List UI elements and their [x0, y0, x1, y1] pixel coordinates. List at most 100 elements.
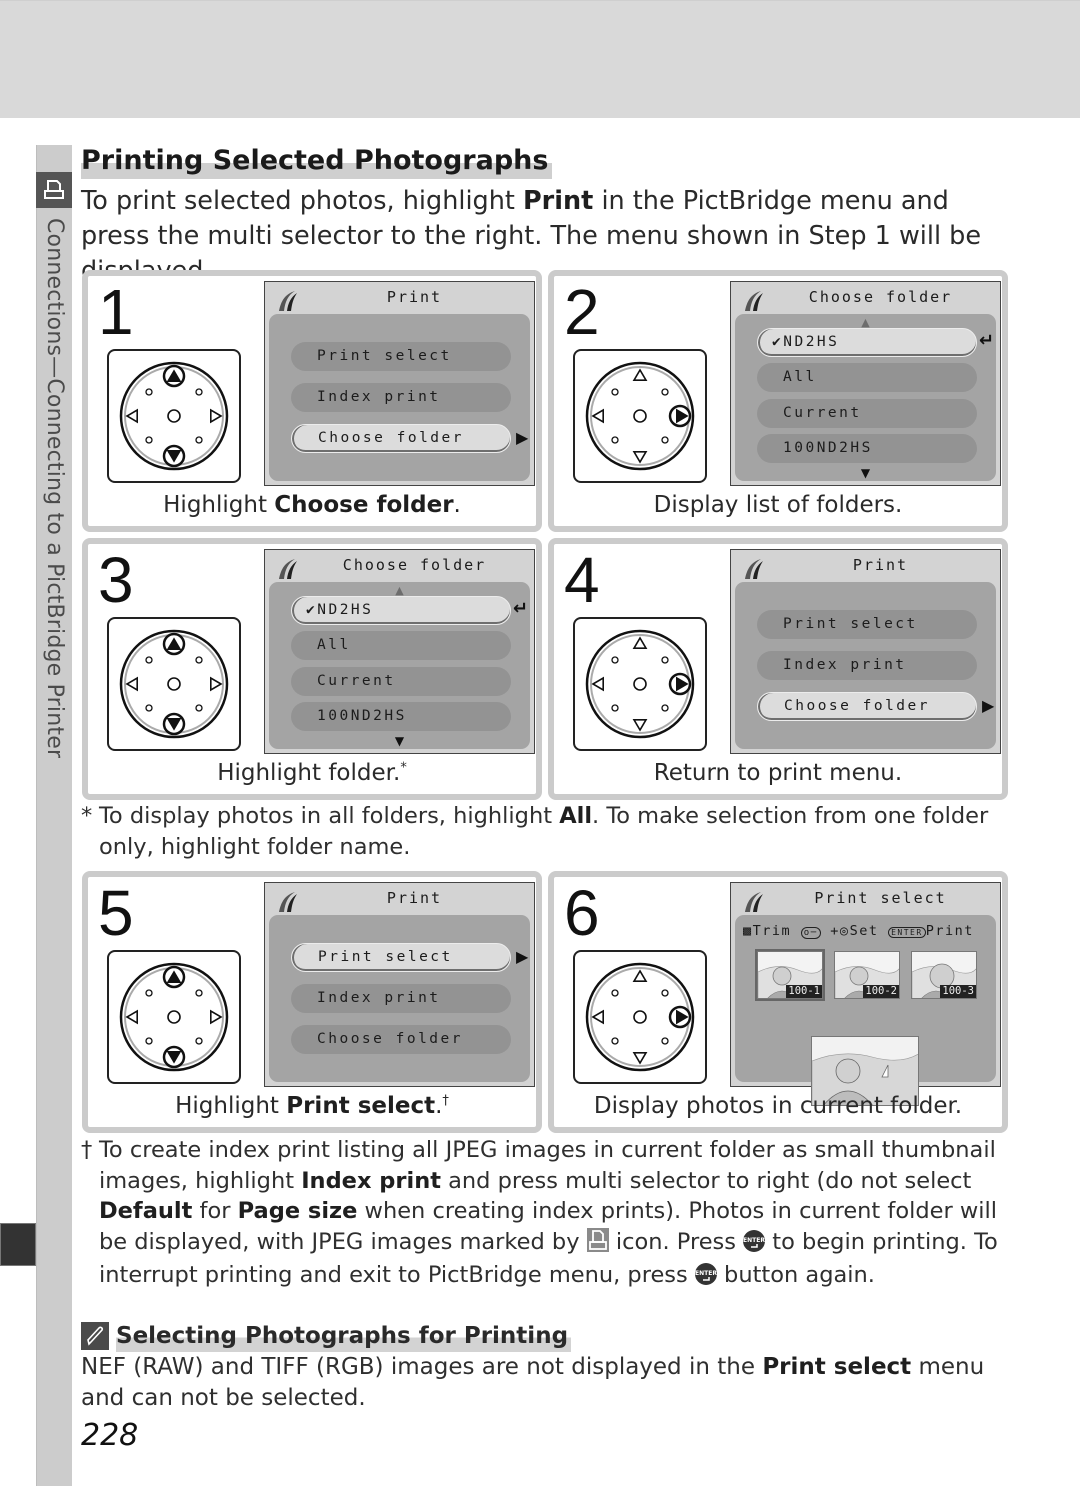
scroll-down-icon[interactable]: ▼	[735, 466, 996, 480]
menu-item[interactable]: Print select	[291, 342, 511, 371]
thumbnail-label: 100-1	[786, 985, 822, 998]
screen-panel: ▲ ▼ ✔ND2HS ↵ All Current 100ND2HS	[269, 582, 530, 749]
step-panel-1: 1 Print Print select Index print Choose fol…	[82, 270, 542, 532]
screen-panel: Print select Index print Choose folder ▶	[735, 582, 996, 749]
enter-button-icon: ENTER	[743, 1229, 765, 1261]
photo-thumbnail[interactable]: 100-3	[911, 951, 977, 999]
menu-item[interactable]: Print select	[757, 610, 977, 639]
step-number: 5	[98, 877, 134, 949]
pictbridge-logo-icon	[741, 890, 765, 914]
menu-item[interactable]: Choose folder	[291, 1025, 511, 1054]
pictbridge-logo-icon	[275, 557, 299, 581]
step-panel-4: 4 Print Print select Index print Choose fol…	[548, 538, 1008, 800]
screen-panel: Print select ▶ Index print Choose folder	[269, 915, 530, 1082]
menu-item[interactable]: Index print	[291, 383, 511, 412]
pictbridge-logo-icon	[275, 289, 299, 313]
trim-label: Trim	[752, 923, 792, 939]
menu-item[interactable]: Current	[291, 667, 511, 696]
menu-item[interactable]: ✔ND2HS	[291, 596, 511, 625]
right-arrow-icon: ▶	[516, 428, 529, 447]
footnote-star: * To display photos in all folders, high…	[81, 803, 989, 860]
step-number: 4	[564, 544, 600, 616]
menu-item[interactable]: Current	[757, 399, 977, 428]
screen-title: Choose folder	[342, 556, 487, 574]
step-panel-2: 2 Choose folder ▲ ▼ ✔ND2HS ↵ All Current 100ND2…	[548, 270, 1008, 532]
page-title: Printing Selected Photographs	[81, 143, 553, 179]
menu-item[interactable]: Index print	[757, 651, 977, 680]
pictbridge-logo-icon	[275, 890, 299, 914]
right-arrow-icon: ▶	[516, 947, 529, 966]
menu-item[interactable]: All	[757, 363, 977, 392]
header-band	[0, 0, 1080, 118]
protect-key-icon: o─	[800, 927, 821, 939]
step-panel-5: 5 Print Print select ▶ Index print Choose fo…	[82, 871, 542, 1133]
step-caption: Highlight folder.*	[217, 760, 407, 786]
multi-selector-icon	[573, 617, 707, 751]
step-panel-6: 6 Print select ▩Trim o─ +◎Set ENTER Print 1…	[548, 871, 1008, 1133]
step-caption: Return to print menu.	[653, 760, 903, 786]
multi-selector-small-icon: ◎	[839, 923, 850, 939]
menu-item[interactable]: Choose folder	[291, 424, 511, 453]
svg-text:ENTER: ENTER	[695, 1270, 717, 1277]
trim-icon: ▩	[743, 923, 753, 939]
page-number: 228	[81, 1418, 139, 1453]
plus-label: +	[830, 923, 840, 939]
menu-item[interactable]: Index print	[291, 984, 511, 1013]
step-panel-3: 3 Choose folder ▲ ▼ ✔ND2HS ↵ All Current 100ND2…	[82, 538, 542, 800]
svg-text:ENTER: ENTER	[743, 1237, 765, 1244]
print-mark-icon	[586, 1227, 609, 1261]
camera-screen: Choose folder ▲ ▼ ✔ND2HS ↵ All Current 100ND2HS	[730, 281, 1001, 486]
multi-selector-icon	[573, 950, 707, 1084]
screen-panel: ▩Trim o─ +◎Set ENTER Print 100-1 100-2 100-3	[735, 915, 996, 1106]
screen-panel: ▲ ▼ ✔ND2HS ↵ All Current 100ND2HS	[735, 314, 996, 481]
step-number: 1	[98, 276, 134, 348]
footnote-dagger: † To create index print listing all JPEG…	[81, 1135, 1011, 1294]
camera-screen: Print Print select Index print Choose folde…	[730, 549, 1001, 754]
right-arrow-icon: ▶	[982, 696, 995, 715]
screen-panel: Print select Index print Choose folder ▶	[269, 314, 530, 481]
camera-screen: Print Print select ▶ Index print Choose fold…	[264, 882, 535, 1087]
pictbridge-logo-icon	[741, 557, 765, 581]
tip-heading: Selecting Photographs for Printing	[81, 1320, 572, 1352]
enter-return-icon: ↵	[979, 330, 995, 351]
menu-item[interactable]: Choose folder	[757, 692, 977, 721]
screen-title: Choose folder	[808, 288, 953, 306]
chapter-label: Connections—Connecting to a PictBridge P…	[42, 218, 67, 759]
step-number: 3	[98, 544, 134, 616]
menu-item[interactable]: ✔ND2HS	[757, 328, 977, 357]
multi-selector-icon	[107, 950, 241, 1084]
enter-icon: ENTER	[888, 927, 926, 938]
photo-thumbnail[interactable]: 100-1	[755, 949, 825, 1001]
screen-title: Print select	[814, 889, 947, 907]
menu-item[interactable]: 100ND2HS	[291, 702, 511, 731]
camera-screen: Print Print select Index print Choose folde…	[264, 281, 535, 486]
pencil-note-icon	[81, 1322, 109, 1350]
step-number: 6	[564, 877, 600, 949]
thumbnail-label: 100-3	[940, 985, 976, 998]
menu-item[interactable]: Print select	[291, 943, 511, 972]
thumb-index-marker	[0, 1223, 36, 1266]
screen-title: Print	[386, 889, 443, 907]
camera-screen: Choose folder ▲ ▼ ✔ND2HS ↵ All Current 100ND2HS	[264, 549, 535, 754]
menu-item[interactable]: 100ND2HS	[757, 434, 977, 463]
set-label: Set	[849, 923, 879, 939]
multi-selector-icon	[573, 349, 707, 483]
tip-body: NEF (RAW) and TIFF (RGB) images are not …	[81, 1354, 985, 1411]
photo-thumbnail[interactable]: 100-2	[834, 951, 900, 999]
menu-item[interactable]: All	[291, 631, 511, 660]
enter-return-icon: ↵	[513, 598, 529, 619]
enter-button-icon: ENTER	[694, 1263, 717, 1294]
pictbridge-logo-icon	[741, 289, 765, 313]
print-select-toolbar: ▩Trim o─ +◎Set ENTER Print	[743, 923, 974, 939]
step-caption: Display photos in current folder.	[593, 1093, 963, 1119]
camera-screen: Print select ▩Trim o─ +◎Set ENTER Print 100…	[730, 882, 1001, 1106]
step-caption: Display list of folders.	[653, 492, 903, 518]
screen-title: Print	[386, 288, 443, 306]
thumbnail-label: 100-2	[863, 985, 899, 998]
multi-selector-icon	[107, 349, 241, 483]
multi-selector-icon	[107, 617, 241, 751]
scroll-down-icon[interactable]: ▼	[269, 734, 530, 748]
step-caption: Highlight Print select.†	[175, 1093, 449, 1119]
print-label: Print	[925, 923, 974, 939]
screen-title: Print	[852, 556, 909, 574]
